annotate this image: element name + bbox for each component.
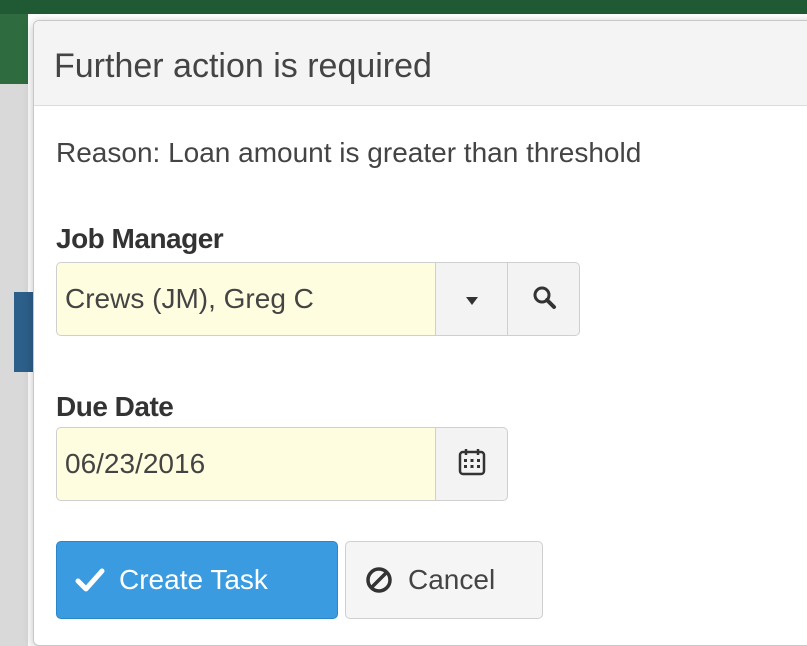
caret-down-icon — [465, 293, 478, 305]
background-blue-panel — [14, 292, 34, 372]
background-green-panel — [0, 14, 28, 84]
ban-icon — [364, 565, 394, 595]
create-task-button[interactable]: Create Task — [56, 541, 338, 619]
search-icon — [531, 284, 557, 315]
calendar-icon — [457, 447, 487, 482]
job-manager-search-button[interactable] — [508, 262, 580, 336]
job-manager-field-group — [56, 262, 580, 336]
further-action-dialog: Further action is required Reason: Loan … — [33, 20, 807, 646]
background-topbar — [0, 0, 807, 14]
job-manager-input[interactable] — [56, 262, 436, 336]
due-date-input[interactable] — [56, 427, 436, 501]
due-date-label: Due Date — [56, 391, 174, 422]
job-manager-label: Job Manager — [56, 223, 224, 254]
job-manager-dropdown-button[interactable] — [436, 262, 508, 336]
create-task-label: Create Task — [119, 564, 268, 595]
dialog-title: Further action is required — [54, 47, 432, 85]
due-date-field-group — [56, 427, 508, 501]
checkmark-icon — [75, 567, 105, 593]
reason-text: Reason: Loan amount is greater than thre… — [56, 137, 642, 168]
due-date-calendar-button[interactable] — [436, 427, 508, 501]
dialog-header: Further action is required — [34, 21, 807, 106]
cancel-label: Cancel — [408, 564, 496, 595]
cancel-button[interactable]: Cancel — [345, 541, 543, 619]
